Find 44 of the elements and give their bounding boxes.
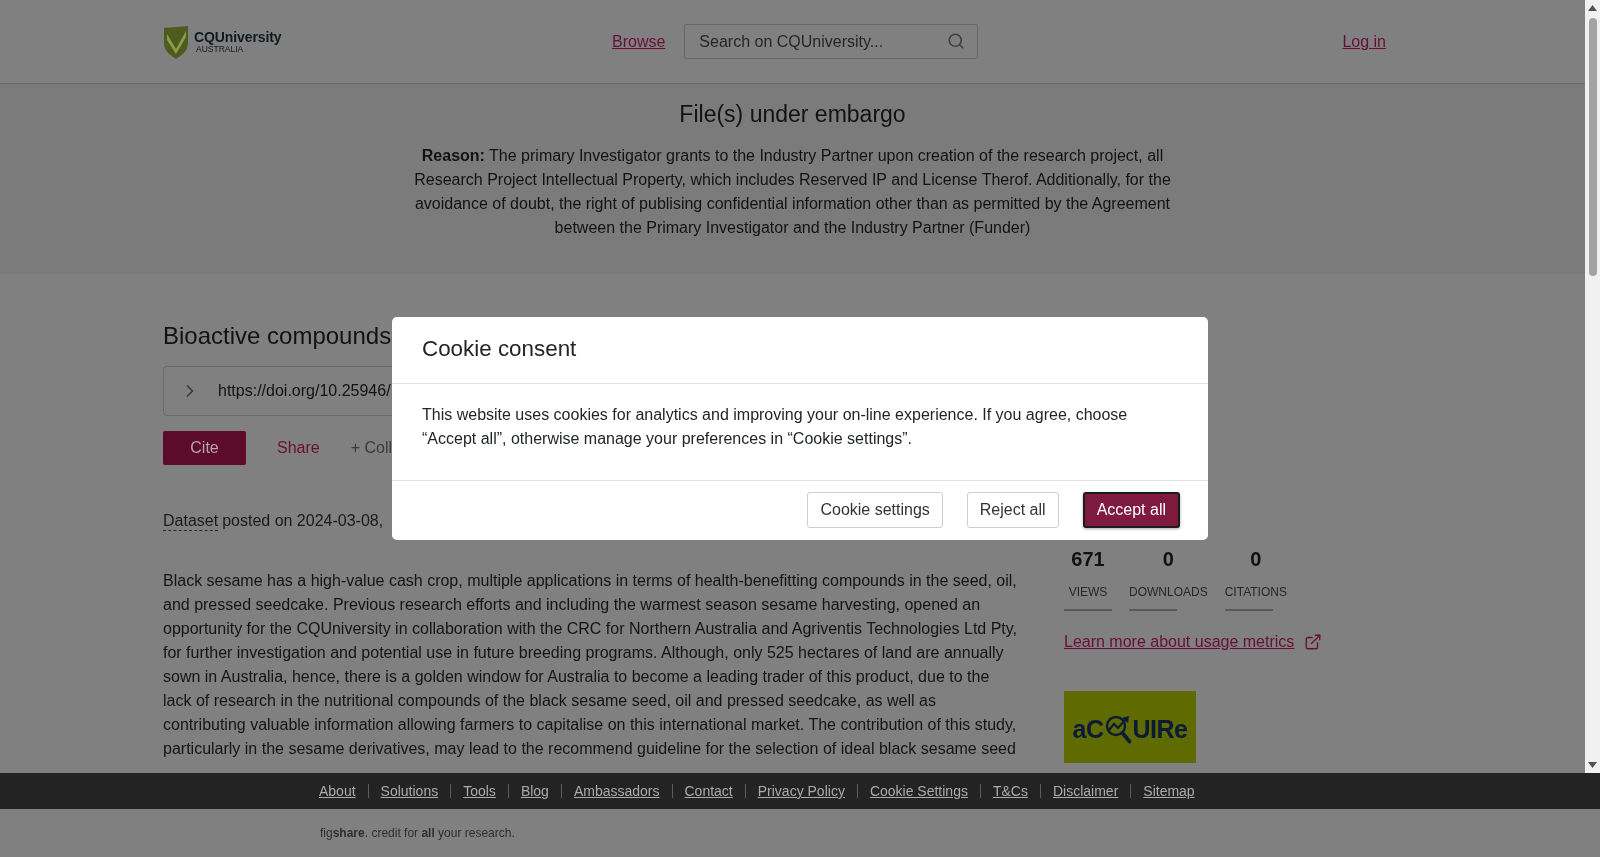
search-field[interactable]: Search on CQUniversity... bbox=[684, 24, 979, 59]
footer-link[interactable]: Tools bbox=[463, 782, 496, 800]
stat-label: CITATIONS bbox=[1224, 584, 1287, 600]
search-icon[interactable] bbox=[947, 32, 966, 50]
dialog-message: This website uses cookies for analytics and improving your on-line experience. If you agree, choose “Accept all”, otherwise manage your preferences in “Cookie settings”. bbox=[421, 405, 1129, 449]
footer-link[interactable]: Blog bbox=[520, 782, 549, 800]
footer-link[interactable]: T&Cs bbox=[992, 782, 1028, 800]
posted-date-text: posted on 2024-03-08, bbox=[222, 511, 384, 531]
footer-link[interactable]: About bbox=[319, 782, 356, 800]
item-title: Bioactive compounds bbox=[163, 321, 392, 350]
doi-text: https://doi.org/10.25946/ bbox=[218, 382, 391, 400]
item-type-label: Dataset bbox=[163, 511, 219, 531]
scroll-down-arrow-icon[interactable] bbox=[1588, 762, 1597, 768]
dialog-button[interactable]: Accept all bbox=[1082, 492, 1180, 528]
stat-value: 0 bbox=[1250, 547, 1262, 571]
external-link-icon[interactable] bbox=[1304, 633, 1323, 651]
footer-link[interactable]: Disclaimer bbox=[1052, 782, 1119, 800]
stat-label: VIEWS bbox=[1068, 584, 1108, 600]
dialog-button[interactable]: Reject all bbox=[966, 492, 1059, 528]
embargo-reason: Reason: The primary Investigator grants to the Industry Partner upon creation of the research project, all Research Project Intellectual Property, which includes Reserved IP and License Therof. Additionally, for the avoidance of doubt, the right of publising confidential information other than as permitted by the Agreement between the Primary Investigator and the Industry Partner (Funder) bbox=[413, 146, 1172, 238]
footer-link[interactable]: Cookie Settings bbox=[869, 782, 968, 800]
footer-link[interactable]: Contact bbox=[684, 782, 733, 800]
dialog-button[interactable]: Cookie settings bbox=[807, 492, 943, 528]
embargo-title: File(s) under embargo bbox=[679, 100, 906, 129]
dialog-title: Cookie consent bbox=[422, 335, 578, 363]
action-button[interactable]: Cite bbox=[163, 431, 246, 465]
credit-text: figshare. credit for all your research. bbox=[320, 826, 515, 840]
scrollbar-thumb[interactable] bbox=[1588, 18, 1597, 276]
description-text: Black sesame has a high-value cash crop, multiple applications in terms of health-benefitting compounds in the seed, oil, and pressed seedcake. Previous research efforts and including the warmest season sesame harvesting, opened an opportunity for the CQUniversity in collaboration with the CRC for Northern Australia and Agriventis Technologies Ltd Pty, for further investigation and potential use in future breeding programs. Although, only 525 hectares of land are annually sown in Australia, hence, there is a golden window for Australia to become a leading trader of this product, due to the lack of research in the nutritional compounds of the black sesame seed, oil and pressed seedcake, as well as contributing valuable information allowing farmers to capitalise on this international market. The contribution of this study, particularly in the sesame derivatives, may lead to the recommend guideline for the selection of ideal black sesame seed bbox=[163, 571, 1018, 759]
logo-subtitle: AUSTRALIA bbox=[196, 44, 244, 55]
logo-text: aC bbox=[1072, 715, 1104, 743]
stat-label: DOWNLOADS bbox=[1129, 584, 1208, 600]
stat-value: 671 bbox=[1071, 547, 1105, 571]
shield-logo-icon bbox=[163, 24, 189, 59]
footer-link[interactable]: Sitemap bbox=[1143, 782, 1195, 800]
footer-link[interactable]: Privacy Policy bbox=[757, 782, 845, 800]
scroll-up-arrow-icon[interactable] bbox=[1588, 5, 1597, 11]
stat-value: 0 bbox=[1162, 547, 1174, 571]
footer-link[interactable]: Solutions bbox=[380, 782, 439, 800]
logo-name: CQUniversity bbox=[194, 28, 282, 45]
logo-text: UIRe bbox=[1132, 715, 1188, 743]
footer-link[interactable]: Ambassadors bbox=[573, 782, 660, 800]
scrollbar[interactable] bbox=[1585, 0, 1600, 773]
magnifier-chart-icon bbox=[1104, 714, 1132, 744]
